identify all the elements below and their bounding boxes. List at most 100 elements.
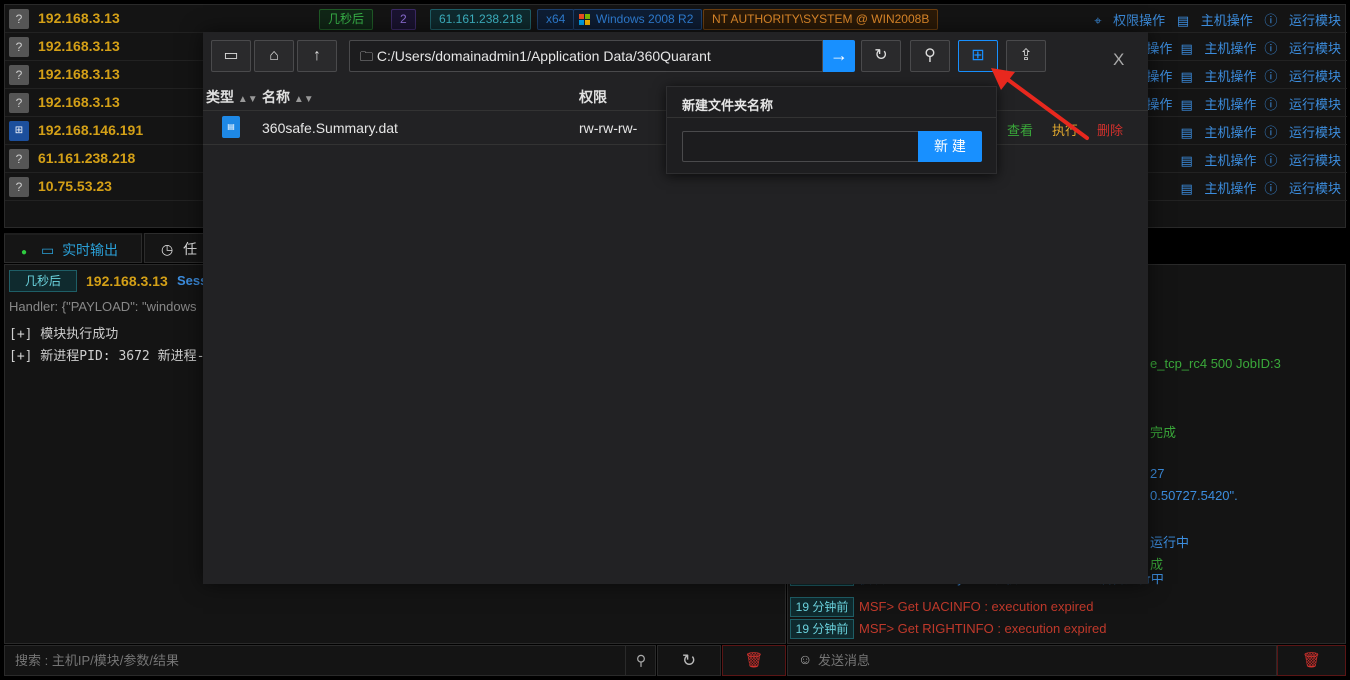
send-message-input[interactable] [814,646,1274,675]
arrow-right-icon: → [830,45,848,65]
delete-file-link[interactable]: 删除 [1097,120,1123,139]
pin-button[interactable]: ⚲ [910,40,950,72]
log-fragment: e_tcp_rc4 500 JobID:3 [1150,356,1281,371]
host-op-link[interactable]: ▤ 主机操作 [1177,13,1253,28]
monitor-icon: ▭ [40,242,55,258]
refresh-button[interactable]: ↻ [657,645,721,676]
search-bar: ⚲ [4,645,656,676]
monitor-icon: ▭ [223,47,239,64]
file-name[interactable]: 360safe.Summary.dat [262,120,398,136]
session-ops: ▤ 主机操作 ⓘ 运行模块 [1172,178,1341,197]
session-ip: 61.161.238.218 [38,150,136,166]
search-icon[interactable]: ⚲ [625,646,656,675]
session-ip: 192.168.3.13 [38,94,120,110]
refresh-icon: ↻ [681,651,697,670]
popover-title: 新建文件夹名称 [682,98,774,113]
clear-messages-button[interactable]: 🗑 [1277,645,1346,676]
path-value: C:/Users/domainadmin1/Application Data/3… [376,48,711,64]
refresh-dir-button[interactable]: ↻ [861,40,901,72]
session-ip: 192.168.3.13 [38,10,120,26]
pin-icon: ⚲ [924,47,936,64]
status-dot-icon: ● [21,247,28,258]
unknown-os-icon: ? [9,37,29,57]
unknown-os-icon: ? [9,65,29,85]
folder-plus-icon: ⊞ [971,47,985,64]
session-ops: ⌖ 权限操作 ▤ 主机操作 ⓘ 运行模块 [1086,10,1341,29]
column-perm-header: 权限 [579,89,607,105]
session-row[interactable]: ? 192.168.3.13 几秒后 2 61.161.238.218 x64 … [5,5,1347,33]
session-ip: 192.168.3.13 [38,66,120,82]
log-text: MSF> Get UACINFO : execution expired [859,599,1094,614]
unknown-os-icon: ? [9,9,29,29]
send-message-bar: ☺ [787,645,1277,676]
session-ip: 192.168.3.13 [38,38,120,54]
annotation-arrow-icon [991,68,1089,140]
session-ops: ▤ 主机操作 ⓘ 运行模块 [1172,122,1341,141]
trash-icon: 🗑 [744,652,764,669]
run-module-link[interactable]: ⓘ 运行模块 [1264,97,1341,112]
time-badge: 几秒后 [9,270,77,292]
user-tag: NT AUTHORITY\SYSTEM @ WIN2008B [703,9,939,30]
os-name: Windows 2008 R2 [596,12,694,26]
log-ip: 192.168.3.13 [86,273,168,289]
external-ip-tag: 61.161.238.218 [430,9,532,30]
unknown-os-icon: ? [9,177,29,197]
column-type-header[interactable]: 类型 ▲▼ [206,87,258,107]
home-button[interactable]: ⌂ [254,40,294,72]
log-fragment: 运行中 [1150,535,1190,550]
sort-icon: ▲▼ [293,94,314,105]
clear-button[interactable]: 🗑 [722,645,786,676]
log-time: 19 分钟前 [790,597,854,617]
refresh-icon: ↻ [874,47,888,64]
session-ip: 192.168.146.191 [38,122,144,138]
arch-tag: x64 [537,9,575,30]
run-module-link[interactable]: ⓘ 运行模块 [1264,69,1341,84]
home-icon: ⌂ [269,47,279,64]
file-icon: ▤ [222,116,240,138]
unknown-os-icon: ? [9,93,29,113]
log-line: [+] 模块执行成功 [9,327,119,342]
create-folder-button[interactable]: 新 建 [918,131,982,162]
time-tag: 几秒后 [319,9,374,30]
handler-line: Handler: {"PAYLOAD": "windows [9,299,197,314]
file-perm: rw-rw-rw- [579,120,638,136]
search-input[interactable] [5,646,625,675]
unknown-os-icon: ? [9,149,29,169]
host-op-link[interactable]: ▤ 主机操作 [1180,181,1256,196]
host-op-link[interactable]: ▤ 主机操作 [1180,69,1256,84]
run-module-link[interactable]: ⓘ 运行模块 [1264,41,1341,56]
arrow-up-icon: ↑ [313,47,321,64]
folder-name-input[interactable] [682,131,919,162]
drives-button[interactable]: ▭ [211,40,251,72]
new-folder-popover: 新建文件夹名称 新 建 [666,86,997,174]
session-ip: 10.75.53.23 [38,178,112,194]
host-op-link[interactable]: ▤ 主机操作 [1180,153,1256,168]
log-time: 19 分钟前 [790,619,854,639]
session-ops: ▤ 主机操作 ⓘ 运行模块 [1172,150,1341,169]
log-fragment: 27 [1150,466,1165,481]
run-module-link[interactable]: ⓘ 运行模块 [1264,13,1341,28]
log-text: MSF> Get RIGHTINFO : execution expired [859,621,1107,636]
run-module-link[interactable]: ⓘ 运行模块 [1264,125,1341,140]
path-field[interactable]: 🗀 C:/Users/domainadmin1/Application Data… [349,40,823,72]
privilege-op-link[interactable]: ⌖ 权限操作 [1094,13,1165,28]
host-op-link[interactable]: ▤ 主机操作 [1180,41,1256,56]
log-fragment: 完成 [1150,425,1177,440]
column-name-header[interactable]: 名称 ▲▼ [262,87,314,107]
os-tag: Windows 2008 R2 [573,9,703,30]
host-op-link[interactable]: ▤ 主机操作 [1180,125,1256,140]
trash-icon: 🗑 [1301,652,1322,669]
run-module-link[interactable]: ⓘ 运行模块 [1264,153,1341,168]
run-module-link[interactable]: ⓘ 运行模块 [1264,181,1341,196]
tab-realtime-output[interactable]: ● ▭ 实时输出 [4,233,142,263]
host-op-link[interactable]: ▤ 主机操作 [1180,97,1256,112]
go-button[interactable]: → [823,40,855,72]
windows-os-icon: ⊞ [9,121,29,141]
log-line: [+] 新进程PID: 3672 新进程- [9,349,205,364]
log-fragment: 成 [1150,557,1164,572]
parent-dir-button[interactable]: ↑ [297,40,337,72]
close-button[interactable]: X [1113,50,1124,70]
count-tag: 2 [391,9,416,30]
sort-icon: ▲▼ [237,94,258,105]
folder-icon: 🗀 [360,49,374,64]
